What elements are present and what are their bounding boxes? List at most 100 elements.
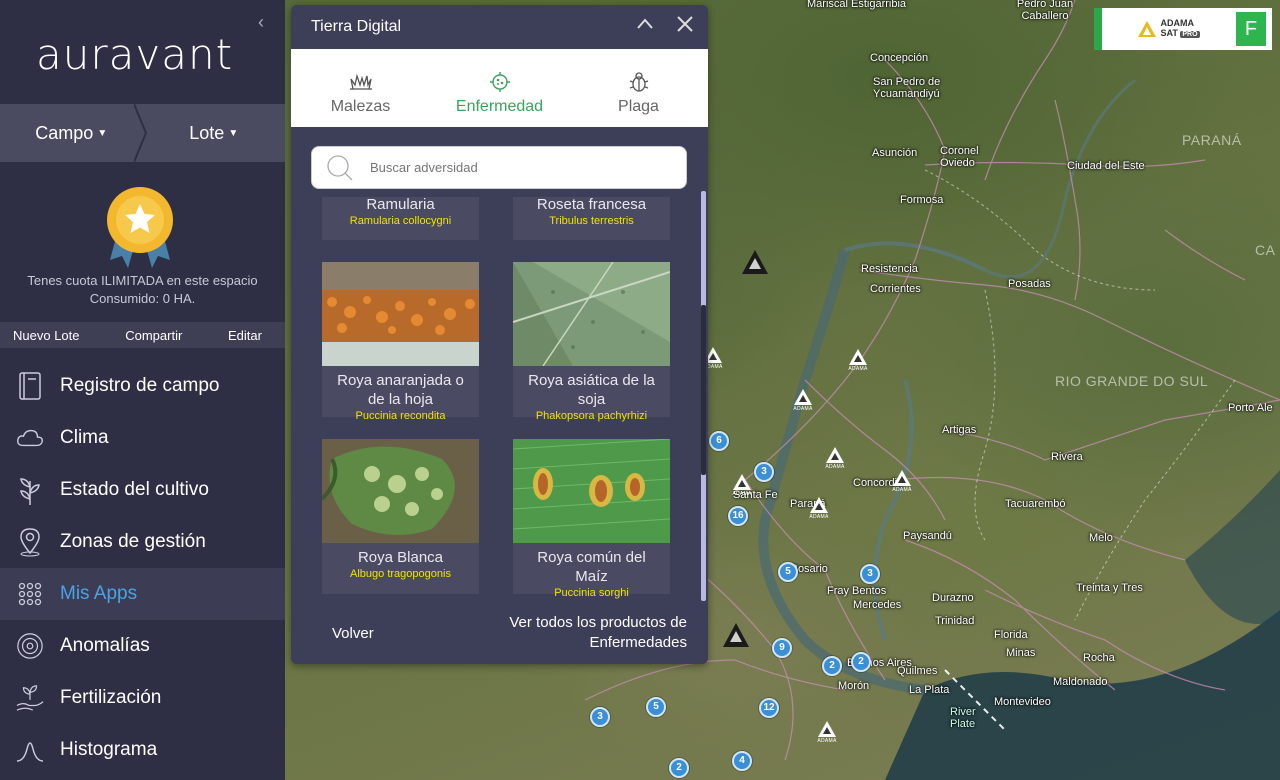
adama-marker-icon[interactable]: ADAMA [822,447,848,473]
tab-plaga[interactable]: Plaga [569,49,708,127]
map-cluster[interactable]: 4 [732,751,752,771]
map-cluster[interactable]: 6 [709,431,729,451]
menu-item-mis-apps[interactable]: Mis Apps [0,568,285,620]
menu-item-histograma[interactable]: Histograma [0,724,285,776]
chevron-up-icon[interactable] [636,15,654,33]
tab-malezas[interactable]: Malezas [291,49,430,127]
back-button[interactable]: Volver [332,625,374,642]
target-icon [16,632,44,660]
map-label: Florida [994,629,1028,641]
map-label: Coronel Oviedo [940,145,979,169]
disease-card[interactable]: Ramularia Ramularia collocygni [322,197,479,240]
map-cluster[interactable]: 3 [754,462,774,482]
adama-marker-icon[interactable]: ADAMA [790,389,816,415]
map-cluster[interactable]: 5 [778,562,798,582]
disease-card[interactable]: Roya asiática de la soja Phakopsora pach… [512,261,671,422]
map-label: Rocha [1083,652,1115,664]
menu-item-fertilizacion[interactable]: Fertilización [0,672,285,724]
disease-scientific-name: Albugo tragopogonis [350,568,451,580]
tab-enfermedad[interactable]: Enfermedad [430,49,569,127]
map-label: Minas [1006,647,1036,659]
apps-grid-icon [16,580,44,608]
disease-name: Roya común del Maíz [537,549,646,585]
disease-name: Roya asiática de la soja [528,372,655,408]
map-cluster[interactable]: 2 [822,656,842,676]
menu-item-clima[interactable]: Clima [0,412,285,464]
field-lot-selectors: Campo ▼ Lote ▼ [0,104,285,162]
disease-name: Ramularia [366,197,435,213]
adama-sat-pro-badge[interactable]: ADAMA SAT PRO F [1094,8,1272,50]
new-lot-button[interactable]: Nuevo Lote [13,328,80,343]
cloud-icon [16,424,44,452]
grid-scrollbar-thumb[interactable] [701,305,706,475]
menu-item-estado-del-cultivo[interactable]: Estado del cultivo [0,464,285,516]
adama-marker-icon[interactable]: ADAMA [845,349,871,375]
map-label: Porto Ale [1228,402,1273,414]
adama-marker-icon[interactable]: ADAMA [806,497,832,523]
menu-label: Mis Apps [60,583,138,604]
map-cluster[interactable]: 16 [728,506,748,526]
lot-actions: Nuevo Lote Compartir Editar [0,322,285,348]
disease-scientific-name: Puccinia sorghi [554,587,629,599]
map-label: Morón [838,680,870,692]
map-cluster[interactable]: 5 [646,697,666,717]
campo-label: Campo [35,122,94,143]
alert-marker-icon[interactable] [723,623,749,647]
tab-label: Malezas [330,98,391,115]
sidebar: ‹ auravant Campo ▼ Lote ▼ Tenes cuota ILIM… [0,0,285,780]
adama-marker-icon[interactable]: ADAMA [889,470,915,496]
adama-marker-icon[interactable]: ADAMA [814,721,840,747]
lote-dropdown[interactable]: Lote ▼ [143,104,286,162]
map-cluster[interactable]: 2 [851,652,871,672]
alert-marker-icon[interactable] [742,250,768,274]
view-all-link[interactable]: Ver todos los productos de Enfermedades [467,613,687,653]
close-icon[interactable] [676,15,694,33]
map-label: RIO GRANDE DO SUL [1055,373,1209,389]
menu-item-anomalias[interactable]: Anomalías [0,620,285,672]
edit-button[interactable]: Editar [228,328,262,343]
map-label: Tacuarembó [1005,498,1066,510]
user-avatar[interactable]: F [1236,12,1266,46]
badge-pro: PRO [1180,31,1200,38]
book-icon [16,372,44,400]
chevron-left-icon[interactable]: ‹ [258,12,264,33]
map-label: Trinidad [935,615,975,627]
map-label: Artigas [942,424,977,436]
map-label: CA [1255,242,1276,258]
caret-down-icon: ▼ [97,127,108,139]
map-label: Resistencia [861,263,918,275]
disease-photo [512,261,671,367]
map-label: Melo [1089,532,1113,544]
disease-photo [512,438,671,543]
map-cluster[interactable]: 12 [759,698,779,718]
panel-header: Tierra Digital [291,5,708,49]
disease-card[interactable]: Roya común del Maíz Puccinia sorghi [512,438,671,599]
disease-scientific-name: Tribulus terrestris [549,215,634,227]
campo-dropdown[interactable]: Campo ▼ [0,104,143,162]
menu-label: Anomalías [60,635,150,656]
medal-icon [107,187,173,268]
disease-card[interactable]: Roya Blanca Albugo tragopogonis [320,439,479,594]
disease-card[interactable]: Roya anaranjada o de la hoja Puccinia re… [322,262,479,422]
map-cluster[interactable]: 9 [772,638,792,658]
disease-card[interactable]: Roseta francesa Tribulus terrestris [513,197,670,240]
disease-photo [320,439,479,543]
map-label: Rivera [1051,451,1083,463]
map-label: La Plata [909,684,950,696]
map-label: San Pedro de Ycuamandiyú [873,76,941,100]
share-button[interactable]: Compartir [125,328,182,343]
bell-curve-icon [16,736,44,764]
hand-plant-icon [16,684,44,712]
disease-name: Roseta francesa [536,197,647,213]
disease-name: Roya anaranjada o de la hoja [337,372,464,408]
menu-item-zonas-de-gestion[interactable]: Zonas de gestión [0,516,285,568]
search-input[interactable] [370,160,670,175]
map-label: Mercedes [853,599,902,611]
map-cluster[interactable]: 2 [669,758,689,778]
adama-marker-icon[interactable]: ADAMA [729,474,755,500]
tierra-digital-panel: Tierra Digital Malezas Enfermedad Plaga … [291,5,708,664]
map-cluster[interactable]: 3 [860,564,880,584]
caret-down-icon: ▼ [228,127,239,139]
map-cluster[interactable]: 3 [590,707,610,727]
menu-item-registro-de-campo[interactable]: Registro de campo [0,360,285,412]
